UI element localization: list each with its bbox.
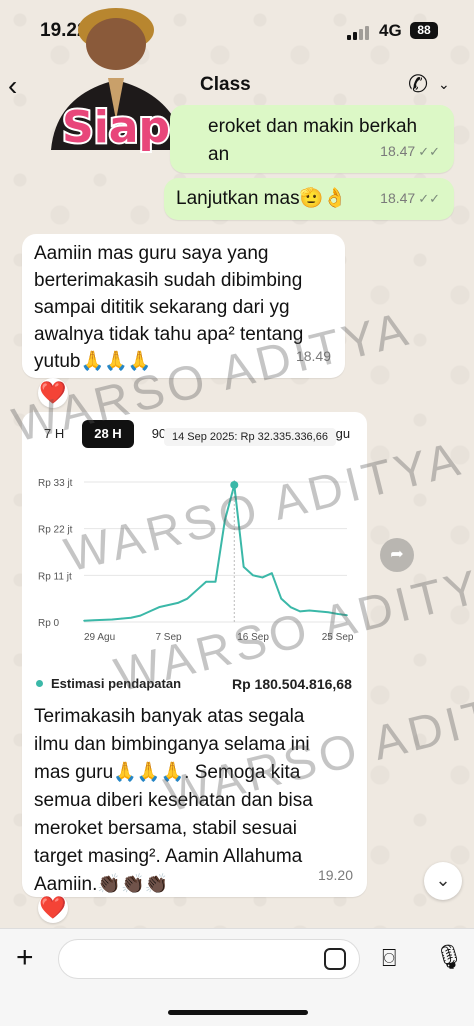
x-tick-label: 25 Sep [322,632,354,643]
data-point [289,606,292,608]
incoming-message[interactable]: Aamiin mas guru saya yang berterimakasih… [22,234,345,378]
incoming-message[interactable]: Terimakasih banyak atas segala ilmu dan … [22,699,367,897]
data-point [92,619,95,622]
data-point [271,572,273,575]
message-line: semua diberi kesehatan dan bisa [34,790,313,811]
message-time: 18.49 [295,348,331,364]
data-point [308,609,311,612]
home-indicator [168,1010,308,1015]
message-time: 19.20 [317,867,353,883]
reaction-heart-icon[interactable]: ❤️ [38,893,68,923]
sticker-icon[interactable] [324,948,346,970]
chat-title[interactable]: Class [200,74,251,96]
data-point [299,610,301,613]
message-input[interactable] [58,939,360,979]
message-line: sampai dititik sekarang dari yg [34,297,290,318]
signal-icon [347,26,369,40]
message-line: Terimakasih banyak atas segala [34,706,305,727]
data-point [111,618,113,621]
message-line: awalnya tidak tahu apa² tentang [34,324,304,345]
forward-icon[interactable]: ➦ [380,538,414,572]
message-line: meroket bersama, stabil sesuai [34,818,297,839]
y-tick-label: Rp 0 [38,618,60,629]
data-point [336,613,339,615]
message-text: eroket dan makin berkah [208,116,418,137]
data-point [139,614,142,617]
x-tick-label: 16 Sep [237,632,269,643]
message-line: Aamiin mas guru saya yang [34,243,269,264]
read-ticks-icon: ✓✓ [418,191,440,206]
data-point [318,610,320,613]
message-text: Lanjutkan mas🫡👌 [176,188,347,209]
sticker-text: Siap [62,102,170,153]
read-ticks-icon: ✓✓ [418,144,440,159]
data-point [130,616,132,619]
data-point [186,597,189,600]
message-line: Aamiin.👏🏿👏🏿👏🏿 [34,874,169,895]
chart-legend: Estimasi pendapatan [36,676,181,691]
y-tick-label: Rp 11 jt [38,571,72,582]
data-point [120,617,123,620]
network-label: 4G [379,21,402,40]
data-point [101,619,104,621]
microphone-icon[interactable]: 🎙 [434,943,464,972]
outgoing-message[interactable]: Lanjutkan mas🫡👌 18.47 ✓✓ [164,178,454,220]
data-point [242,566,245,568]
data-point [280,597,283,600]
message-line: berterimakasih sudah dibimbing [34,270,303,291]
x-tick-label: 29 Agu [84,632,115,643]
revenue-line-chart: Rp 33 jt Rp 22 jt Rp 11 jt Rp 0 29 Agu 7 Sep 1… [38,478,354,643]
data-point [252,574,254,577]
message-line: mas guru🙏🙏🙏. Semoga kita [34,762,301,783]
data-point [205,580,207,583]
message-text: an [208,144,230,165]
legend-label: Estimasi pendapatan [51,676,182,691]
back-icon[interactable]: ‹ [8,70,17,102]
scroll-down-icon[interactable]: ⌄ [424,862,462,900]
data-point [195,589,198,591]
data-point [214,580,217,583]
data-point [346,614,348,617]
battery-icon: 88 [410,22,438,39]
y-tick-label: Rp 22 jt [38,525,73,536]
phone-icon[interactable]: ✆ [408,70,428,99]
camera-icon[interactable]: ⌼ [382,945,396,973]
data-point [261,576,264,579]
outgoing-message[interactable]: eroket dan makin berkah an 18.47 ✓✓ [170,105,454,173]
message-line: target masing². Aamin Allahuma [34,846,303,867]
message-meta: 18.47 ✓✓ [380,190,440,206]
series-line [83,483,348,622]
x-tick-label: 7 Sep [155,632,182,643]
message-line: ilmu dan bimbinganya selama ini [34,734,310,755]
data-point [83,619,85,622]
data-point [224,519,226,521]
chevron-down-icon[interactable]: ⌄ [438,76,450,93]
message-meta: 18.47 ✓✓ [380,143,440,159]
legend-value: Rp 180.504.816,68 [232,676,352,692]
plus-icon[interactable]: + [16,941,34,975]
highlight-point [230,480,239,489]
reaction-heart-icon[interactable]: ❤️ [38,378,68,408]
data-point [327,611,330,614]
message-composer: + ⌼ 🎙 [0,928,474,1026]
data-point [177,602,179,604]
message-line: yutub🙏🙏🙏 [34,351,152,372]
y-tick-label: Rp 33 jt [38,478,73,489]
data-point [148,610,151,613]
data-point [158,606,160,608]
legend-dot-icon [36,680,43,687]
data-point [167,604,170,606]
